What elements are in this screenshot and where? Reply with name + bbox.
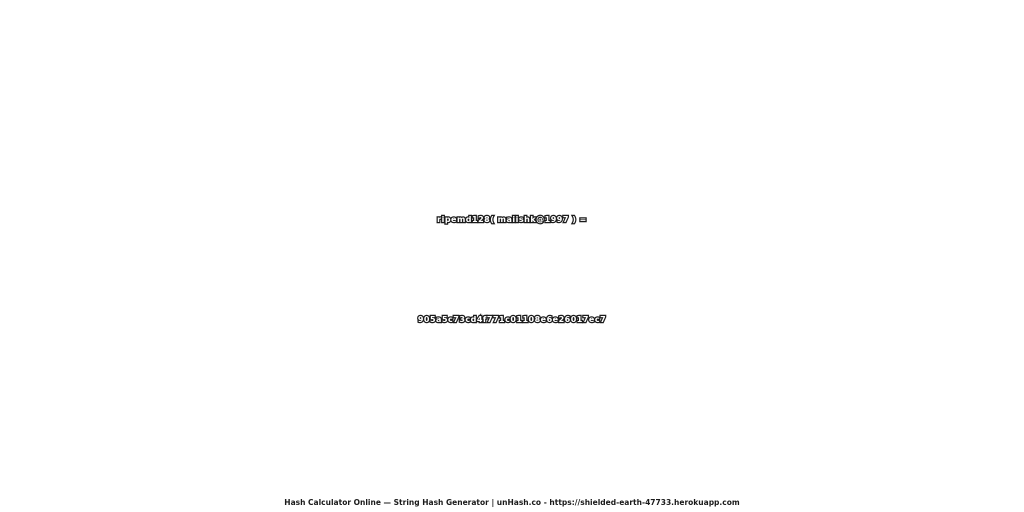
hash-result: 905a5c73cd4f771c01108e6e26017ec7 <box>417 314 607 326</box>
footer-caption: Hash Calculator Online — String Hash Gen… <box>284 498 740 507</box>
hash-expression: ripemd128( maiishk@1997 ) = <box>436 214 588 226</box>
